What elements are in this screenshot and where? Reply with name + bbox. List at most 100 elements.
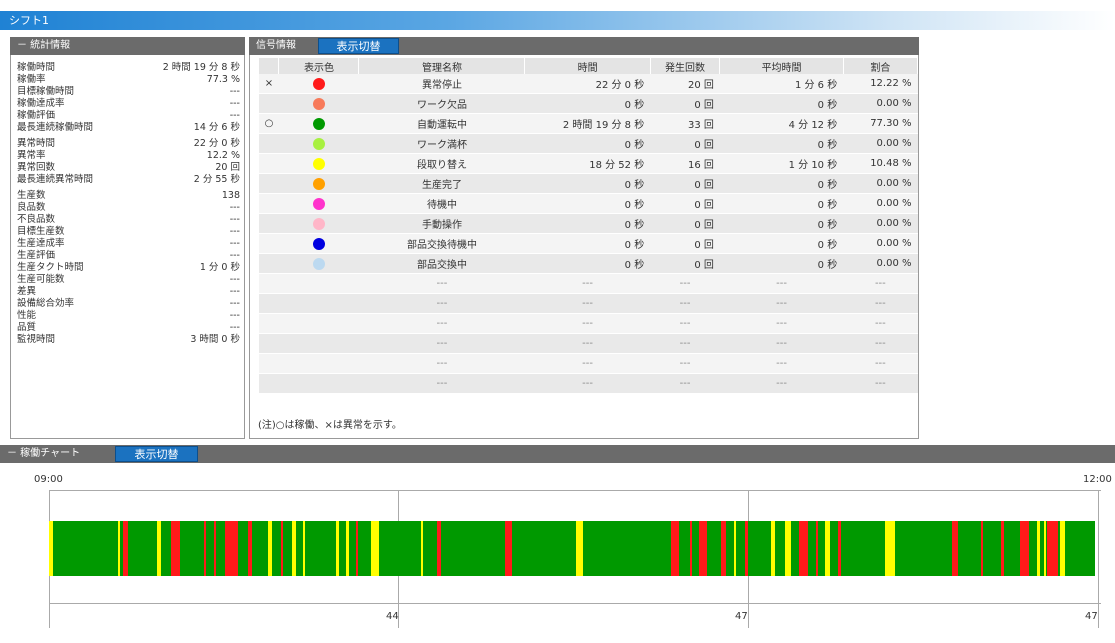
stat-value: 2 時間 19 分 8 秒: [162, 62, 240, 73]
signal-time: 0 秒: [524, 253, 651, 274]
signal-time: ---: [524, 313, 651, 334]
stat-row: 監視時間 3 時間 0 秒: [17, 334, 240, 346]
signal-mark: [259, 273, 279, 294]
stat-row: 稼働達成率 ---: [17, 98, 240, 110]
column-header-name: 管理名称: [358, 58, 526, 74]
stat-value: ---: [229, 202, 240, 213]
signal-time: 18 分 52 秒: [524, 153, 651, 174]
stat-row: 不良品数 ---: [17, 214, 240, 226]
signal-name: ---: [358, 273, 525, 294]
alarm-segment: [837, 521, 842, 576]
table-row: 部品交換中 0 秒0 回0 秒 0.00 %: [259, 253, 918, 274]
signal-mark: [259, 353, 279, 374]
signal-count: 33 回: [650, 113, 720, 134]
stat-row: 目標稼働時間 ---: [17, 86, 240, 98]
setup-segment: [420, 521, 423, 576]
signal-name: ---: [358, 333, 525, 354]
stat-label: 異常回数: [17, 162, 56, 173]
table-row: 手動操作 0 秒0 回0 秒 0.00 %: [259, 213, 918, 234]
color-dot-icon: [312, 197, 325, 210]
table-row: 生産完了 0 秒0 回0 秒 0.00 %: [259, 173, 918, 194]
stat-label: 生産数: [17, 190, 46, 201]
signal-time: 0 秒: [524, 233, 651, 254]
signal-color-cell: [278, 93, 359, 114]
column-header-average: 平均時間: [719, 58, 844, 74]
signal-count: 0 回: [650, 253, 720, 274]
stat-label: 目標稼働時間: [17, 86, 75, 97]
signal-time: ---: [524, 293, 651, 314]
signal-mark: [259, 213, 279, 234]
signal-name: ---: [358, 293, 525, 314]
signal-average: 0 秒: [719, 93, 844, 114]
setup-segment: [370, 521, 379, 576]
stats-header[interactable]: － 統計情報: [10, 37, 245, 55]
signal-name: ---: [358, 373, 525, 394]
signal-time: 22 分 0 秒: [524, 74, 651, 94]
signal-name: ---: [358, 313, 525, 334]
table-row: 部品交換待機中 0 秒0 回0 秒 0.00 %: [259, 233, 918, 254]
signal-color-cell: [278, 273, 359, 294]
setup-segment: [345, 521, 349, 576]
stat-label: 稼働率: [17, 74, 46, 85]
table-row: 段取り替え 18 分 52 秒 16 回1 分 10 秒 10.48 %: [259, 153, 918, 174]
color-dot-icon: [312, 217, 325, 230]
alarm-segment: [721, 521, 726, 576]
signal-count: ---: [650, 293, 720, 314]
signal-name: 異常停止: [358, 74, 525, 94]
chart-header[interactable]: － 稼働チャート 表示切替: [0, 445, 1115, 463]
chart-toggle-button[interactable]: 表示切替: [115, 446, 198, 462]
signal-color-cell: [278, 293, 359, 314]
setup-segment: [770, 521, 776, 576]
stat-label: 設備総合効率: [17, 298, 75, 309]
signal-mark: [259, 313, 279, 334]
signal-mark: [259, 373, 279, 394]
signal-table-header: 表示色 管理名称 時間 発生回数 平均時間 割合: [259, 58, 919, 74]
setup-segment: [884, 521, 896, 576]
stat-value: ---: [229, 98, 240, 109]
signal-ratio: ---: [843, 313, 918, 334]
signal-ratio: 77.30 %: [843, 113, 918, 134]
stat-label: 差異: [17, 286, 37, 297]
stat-value: 22 分 0 秒: [193, 138, 240, 149]
signal-time: ---: [524, 373, 651, 394]
stat-value: ---: [229, 86, 240, 97]
setup-segment: [733, 521, 737, 576]
stat-row: 良品数 ---: [17, 202, 240, 214]
signal-toggle-button[interactable]: 表示切替: [318, 38, 399, 54]
signal-time: ---: [524, 273, 651, 294]
alarm-segment: [815, 521, 819, 576]
signal-mark: [259, 153, 279, 174]
stat-value: ---: [229, 322, 240, 333]
signal-ratio: 10.48 %: [843, 153, 918, 174]
signal-count: 0 回: [650, 193, 720, 214]
signal-count: ---: [650, 273, 720, 294]
setup-segment: [49, 521, 53, 576]
alarm-segment: [281, 521, 284, 576]
signal-time: 0 秒: [524, 93, 651, 114]
signal-color-cell: [278, 74, 359, 94]
signal-name: 部品交換待機中: [358, 233, 525, 254]
signal-average: 0 秒: [719, 173, 844, 194]
signal-time: ---: [524, 333, 651, 354]
alarm-segment: [951, 521, 958, 576]
signal-average: ---: [719, 293, 844, 314]
signal-average: ---: [719, 333, 844, 354]
table-row: --- --- --- --- ---: [259, 333, 918, 354]
signal-ratio: 0.00 %: [843, 253, 918, 274]
table-row: 待機中 0 秒0 回0 秒 0.00 %: [259, 193, 918, 214]
alarm-segment: [798, 521, 809, 576]
signal-mark: [259, 253, 279, 274]
signal-header-title: 信号情報: [256, 40, 296, 51]
signal-average: 0 秒: [719, 133, 844, 154]
stat-row: 生産評価 ---: [17, 250, 240, 262]
column-header-mark: [259, 58, 280, 74]
column-header-color: 表示色: [278, 58, 360, 74]
signal-time: 0 秒: [524, 133, 651, 154]
signal-color-cell: [278, 153, 359, 174]
signal-name: 段取り替え: [358, 153, 525, 174]
alarm-segment: [699, 521, 707, 576]
signal-name: ワーク欠品: [358, 93, 525, 114]
signal-name: 自動運転中: [358, 113, 525, 134]
stat-row: 稼働率 77.3 %: [17, 74, 240, 86]
table-row: × 異常停止 22 分 0 秒 20 回1 分 6 秒 12.22 %: [259, 74, 918, 94]
